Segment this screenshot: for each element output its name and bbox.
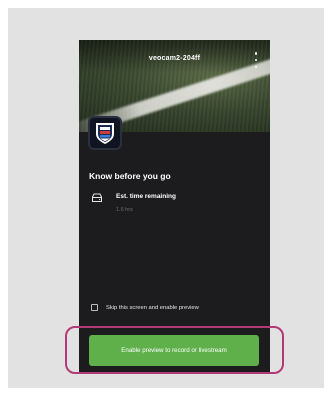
club-crest-graphic — [96, 123, 114, 144]
camera-name: veocam2-204ff — [148, 55, 201, 62]
time-remaining-label: Est. time remaining — [116, 193, 176, 200]
skip-screen-checkbox[interactable] — [91, 304, 98, 311]
enable-preview-button[interactable]: Enable preview to record or livestream — [89, 335, 259, 366]
time-remaining-value: 1.6 hrs — [116, 207, 133, 213]
club-crest-icon — [88, 116, 122, 150]
camera-storage-icon — [92, 193, 102, 202]
kebab-menu-icon[interactable] — [253, 52, 259, 68]
phone-screen: veocam2-204ff Know before you go Est. ti… — [79, 40, 270, 374]
skip-screen-label[interactable]: Skip this screen and enable preview — [106, 304, 199, 312]
page-heading: Know before you go — [89, 171, 171, 181]
